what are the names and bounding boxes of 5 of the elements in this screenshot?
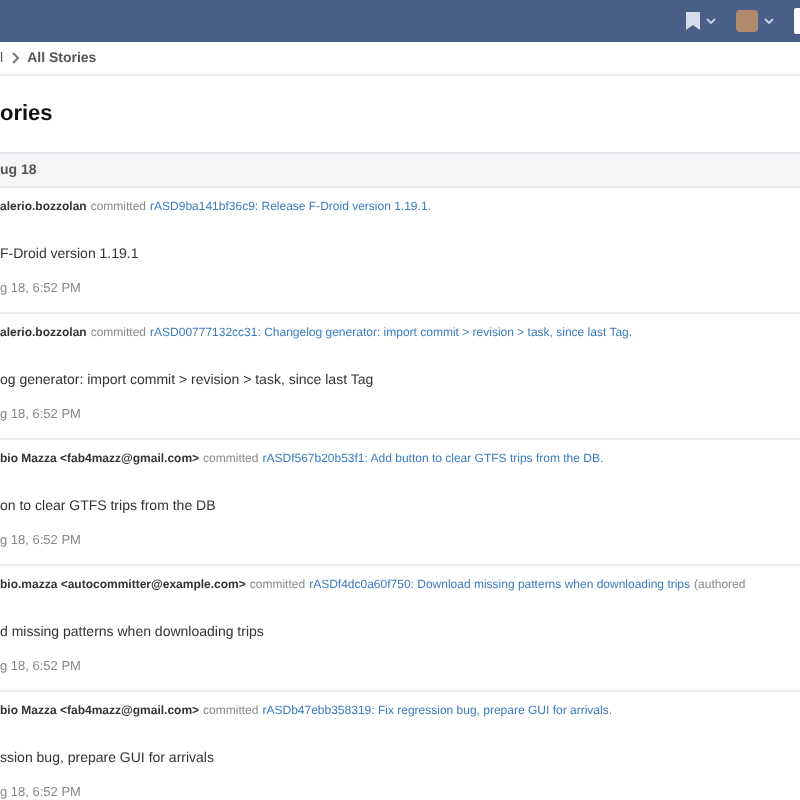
chevron-icon: [11, 52, 20, 64]
caret-icon[interactable]: [764, 18, 774, 24]
page-title: ories: [0, 100, 55, 130]
caret-icon[interactable]: [706, 18, 716, 24]
bookmark-icon[interactable]: [686, 12, 700, 30]
